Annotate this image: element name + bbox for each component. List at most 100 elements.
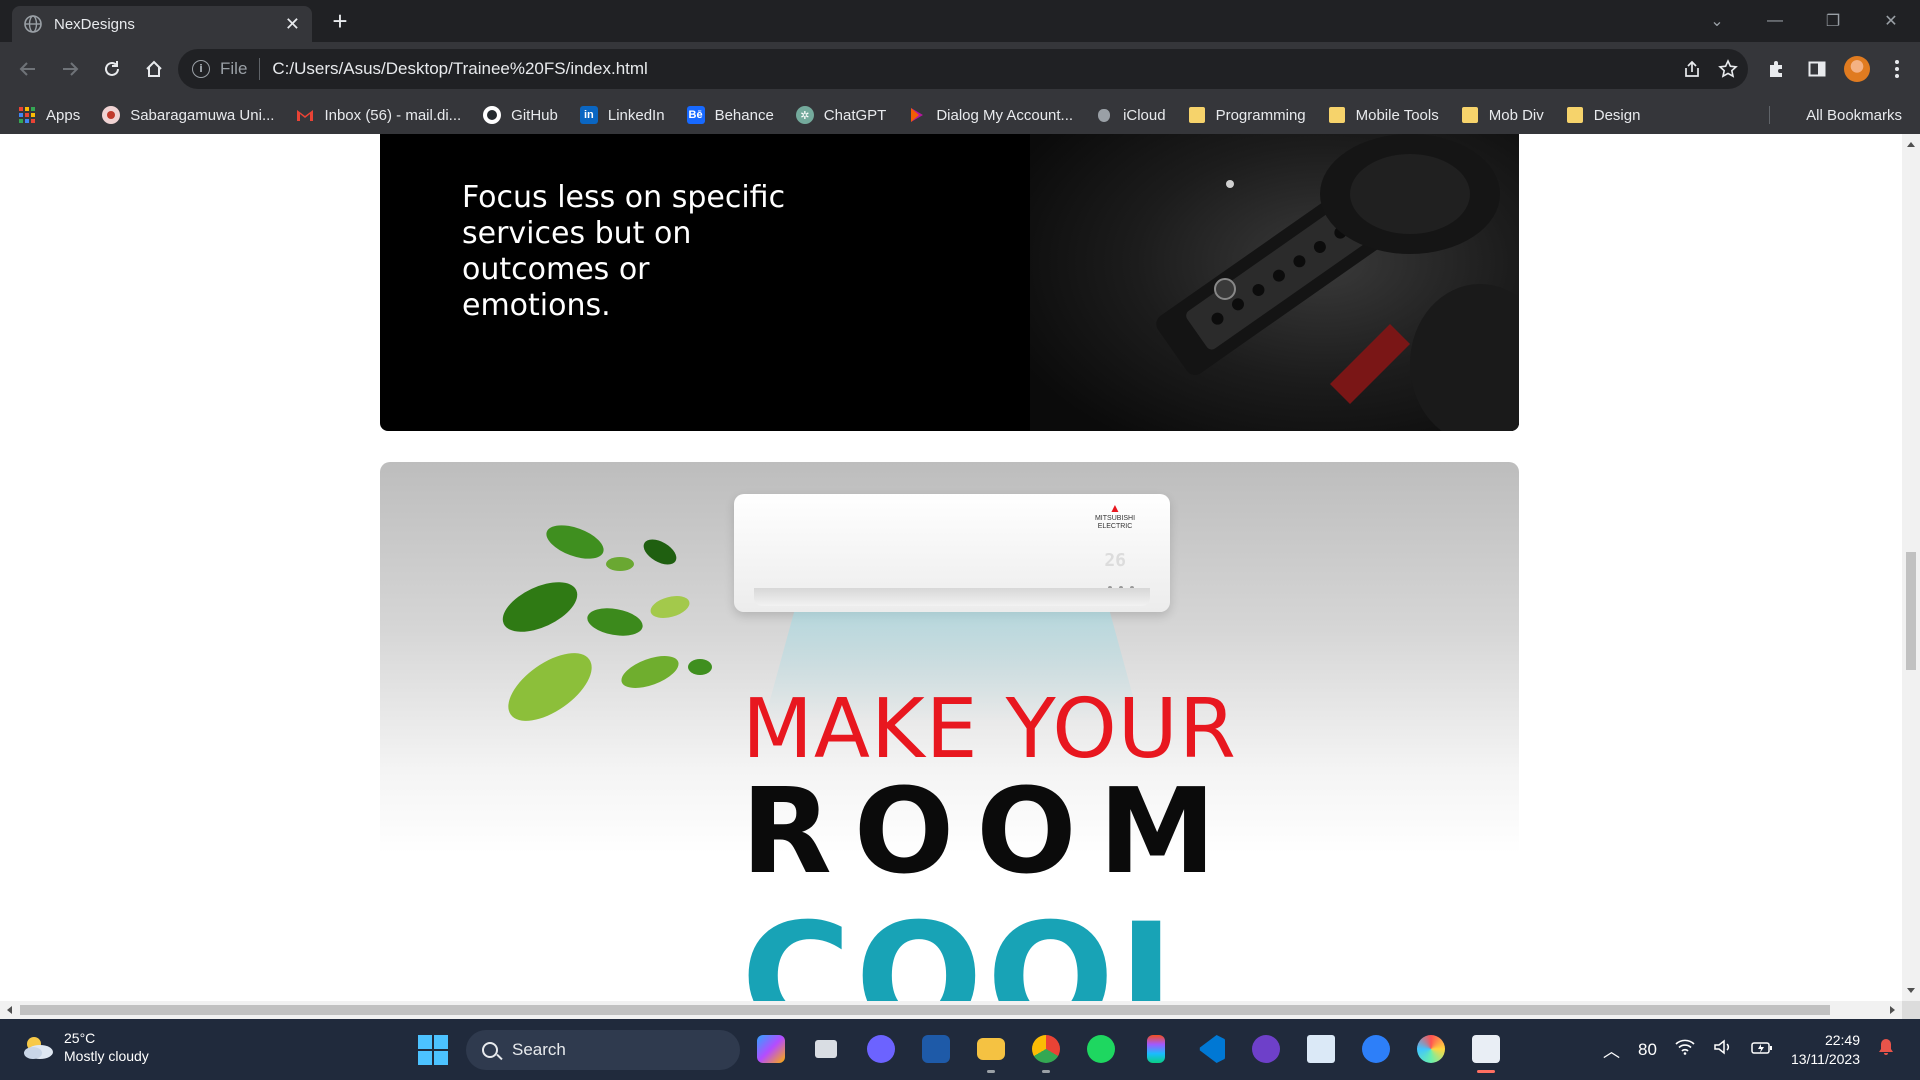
bookmark-star-icon[interactable] — [1718, 59, 1738, 79]
folder-icon — [1188, 106, 1206, 124]
info-icon[interactable]: i — [192, 60, 210, 78]
chrome-icon[interactable] — [1027, 1029, 1065, 1073]
bookmark-behance[interactable]: Bē Behance — [686, 106, 774, 124]
reload-button[interactable] — [92, 49, 132, 89]
bookmark-github[interactable]: GitHub — [483, 106, 558, 124]
snipping-tool-icon[interactable] — [1467, 1029, 1505, 1073]
notification-bell-icon[interactable] — [1878, 1038, 1894, 1061]
bookmark-icloud[interactable]: iCloud — [1095, 106, 1166, 124]
all-bookmarks-button[interactable]: All Bookmarks — [1796, 96, 1902, 134]
bookmark-dialog[interactable]: Dialog My Account... — [908, 106, 1073, 124]
page-viewport: Focus less on specific services but on o… — [0, 134, 1902, 1001]
bookmark-inbox[interactable]: Inbox (56) - mail.di... — [296, 106, 461, 124]
scroll-left-arrow-icon[interactable] — [7, 1006, 12, 1014]
apple-icon — [1095, 106, 1113, 124]
scroll-down-arrow-icon[interactable] — [1907, 988, 1915, 993]
windows-logo-icon — [418, 1035, 432, 1049]
windows-taskbar: 25°C Mostly cloudy Search ︿ 80 22:49 13/… — [0, 1019, 1920, 1080]
url-scheme: File — [220, 59, 248, 78]
bookmark-folder-design[interactable]: Design — [1566, 106, 1641, 124]
weather-temperature: 25°C — [64, 1030, 96, 1046]
divider — [1769, 106, 1770, 124]
vertical-scroll-thumb[interactable] — [1906, 552, 1916, 670]
services-card-text: Focus less on specific services but on o… — [462, 180, 786, 323]
reload-icon — [105, 61, 119, 76]
bookmark-folder-programming[interactable]: Programming — [1188, 106, 1306, 124]
resource-monitor-icon[interactable] — [1302, 1029, 1340, 1069]
back-button[interactable] — [8, 49, 48, 89]
bookmark-sabaragamuwa[interactable]: Sabaragamuwa Uni... — [102, 106, 274, 124]
teams-chat-icon[interactable] — [862, 1029, 900, 1069]
university-icon — [102, 106, 121, 124]
horizontal-scrollbar[interactable] — [0, 1001, 1902, 1019]
minimize-icon[interactable]: — — [1746, 12, 1804, 30]
clock[interactable]: 22:49 13/11/2023 — [1791, 1031, 1860, 1069]
tab-search-icon[interactable]: ⌄ — [1688, 11, 1746, 31]
spotify-icon[interactable] — [1082, 1029, 1120, 1069]
app-store-icon[interactable] — [1357, 1029, 1395, 1069]
file-explorer-icon[interactable] — [972, 1029, 1010, 1073]
horizontal-scroll-thumb[interactable] — [20, 1005, 1830, 1015]
powershell-icon[interactable] — [917, 1029, 955, 1069]
clock-time: 22:49 — [1824, 1031, 1860, 1048]
weather-widget[interactable]: 25°C Mostly cloudy — [20, 1029, 149, 1065]
apps-grid-icon — [18, 106, 36, 124]
start-button[interactable] — [418, 1035, 448, 1065]
share-icon[interactable] — [1682, 59, 1702, 79]
home-button[interactable] — [134, 49, 174, 89]
forward-button[interactable] — [50, 49, 90, 89]
tab-title: NexDesigns — [54, 15, 135, 33]
close-tab-icon[interactable]: ✕ — [285, 15, 300, 33]
task-view-icon[interactable] — [807, 1029, 845, 1069]
address-bar[interactable]: i File C:/Users/Asus/Desktop/Trainee%20F… — [178, 49, 1748, 89]
bookmark-label: Sabaragamuwa Uni... — [130, 106, 275, 124]
bookmark-apps[interactable]: Apps — [18, 106, 80, 124]
figma-icon[interactable] — [1137, 1029, 1175, 1069]
services-card: Focus less on specific services but on o… — [380, 134, 1519, 431]
divider — [259, 58, 261, 80]
show-hidden-icons-icon[interactable]: ︿ — [1603, 1037, 1620, 1062]
taskbar-search[interactable]: Search — [466, 1030, 740, 1070]
folder-icon — [1461, 106, 1479, 124]
vscode-icon[interactable] — [1192, 1029, 1230, 1069]
color-picker-icon[interactable] — [1412, 1029, 1450, 1069]
folder-icon — [1566, 106, 1584, 124]
weather-condition: Mostly cloudy — [64, 1048, 149, 1064]
system-tray: ︿ 80 22:49 13/11/2023 — [1603, 1019, 1894, 1080]
volume-icon[interactable] — [1713, 1039, 1733, 1060]
bookmark-label: Design — [1593, 106, 1641, 124]
scroll-right-arrow-icon[interactable] — [1890, 1006, 1895, 1014]
ac-promo-card: ▲ MITSUBISHI ELECTRIC 26 MAKE YOUR ROOM C… — [380, 462, 1519, 1001]
github-desktop-icon[interactable] — [1247, 1029, 1285, 1069]
headline-cool: COOL — [741, 892, 1218, 1001]
url-text[interactable]: C:/Users/Asus/Desktop/Trainee%20FS/index… — [272, 59, 647, 79]
extensions-icon[interactable] — [1762, 54, 1792, 84]
close-window-icon[interactable]: ✕ — [1862, 11, 1920, 31]
cloud-sun-icon — [24, 1037, 53, 1059]
bookmark-folder-mobile-tools[interactable]: Mobile Tools — [1328, 106, 1439, 124]
bookmark-folder-mob-div[interactable]: Mob Div — [1461, 106, 1544, 124]
tray-number: 80 — [1638, 1039, 1657, 1059]
scroll-up-arrow-icon[interactable] — [1907, 142, 1915, 147]
forward-arrow-icon — [63, 62, 79, 76]
tab-strip: NexDesigns ✕ + ⌄ — ❐ ✕ — [0, 0, 1920, 42]
menu-kebab-icon[interactable] — [1882, 54, 1912, 84]
github-icon — [483, 106, 502, 124]
bookmark-linkedin[interactable]: in LinkedIn — [579, 106, 665, 124]
headline-room: ROOM — [741, 762, 1238, 900]
side-panel-icon[interactable] — [1802, 54, 1832, 84]
bookmark-chatgpt[interactable]: ✲ ChatGPT — [795, 106, 886, 124]
all-bookmarks-label: All Bookmarks — [1806, 106, 1902, 124]
battery-icon[interactable] — [1751, 1040, 1773, 1060]
camera-rig-image — [1030, 134, 1519, 431]
chatgpt-icon: ✲ — [795, 106, 814, 124]
vertical-scrollbar[interactable] — [1902, 134, 1920, 1001]
wifi-icon[interactable] — [1675, 1039, 1695, 1060]
restore-icon[interactable]: ❐ — [1804, 11, 1862, 31]
air-conditioner-image: ▲ MITSUBISHI ELECTRIC 26 — [734, 494, 1170, 612]
new-tab-button[interactable]: + — [326, 8, 354, 36]
profile-avatar[interactable] — [1842, 54, 1872, 84]
tab-nexdesigns[interactable]: NexDesigns ✕ — [12, 6, 312, 42]
copilot-app-icon[interactable] — [752, 1029, 790, 1069]
browser-toolbar: i File C:/Users/Asus/Desktop/Trainee%20F… — [0, 42, 1920, 96]
